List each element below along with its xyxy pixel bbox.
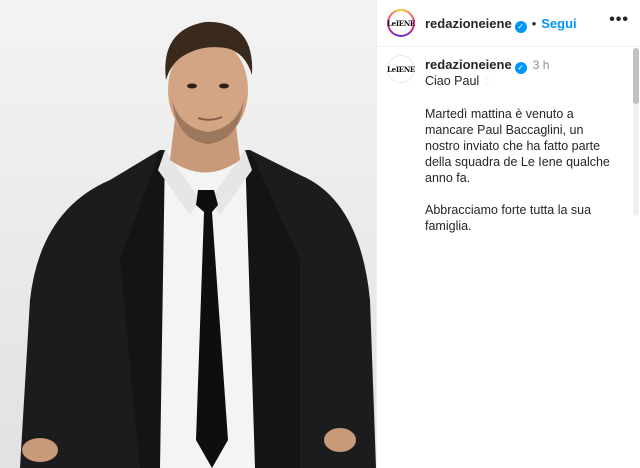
caption-username-link[interactable]: redazioneiene xyxy=(425,57,512,72)
separator-dot: • xyxy=(531,16,537,31)
post-caption: LeIENE redazioneiene ✓ 3 h Ciao Paul ♡ Mart… xyxy=(377,47,629,468)
white-heart-icon: ♡ xyxy=(482,76,493,88)
header-account-line: redazioneiene ✓ • Segui xyxy=(425,15,577,33)
post-time[interactable]: 3 h xyxy=(533,58,550,72)
avatar-logo-text: LeIENE xyxy=(387,11,415,35)
username-link[interactable]: redazioneiene xyxy=(425,16,512,31)
caption-paragraph-1: Martedì mattina è venuto a mancare Paul … xyxy=(425,107,610,185)
caption-scrollbar[interactable] xyxy=(633,48,639,216)
more-options-icon[interactable]: ••• xyxy=(609,12,629,28)
caption-greeting: Ciao Paul xyxy=(425,74,480,88)
post-photo-illustration xyxy=(20,21,376,468)
caption-header: redazioneiene ✓ 3 h xyxy=(425,57,549,74)
caption-avatar[interactable]: LeIENE xyxy=(387,55,415,83)
follow-button[interactable]: Segui xyxy=(541,16,576,31)
verified-badge-icon: ✓ xyxy=(514,21,527,33)
scrollbar-thumb[interactable] xyxy=(633,48,639,104)
caption-paragraph-2: Abbracciamo forte tutta la sua famiglia. xyxy=(425,203,592,233)
post-side-panel: LeIENE redazioneiene ✓ • Segui ••• LeIENE r… xyxy=(376,0,640,468)
caption-text: Ciao Paul ♡ Martedì mattina è venuto a ma… xyxy=(425,73,621,250)
caption-avatar-logo-text: LeIENE xyxy=(387,56,415,82)
post-image[interactable] xyxy=(0,0,376,468)
post-header: LeIENE redazioneiene ✓ • Segui ••• xyxy=(377,0,640,47)
account-avatar[interactable]: LeIENE xyxy=(387,9,415,37)
